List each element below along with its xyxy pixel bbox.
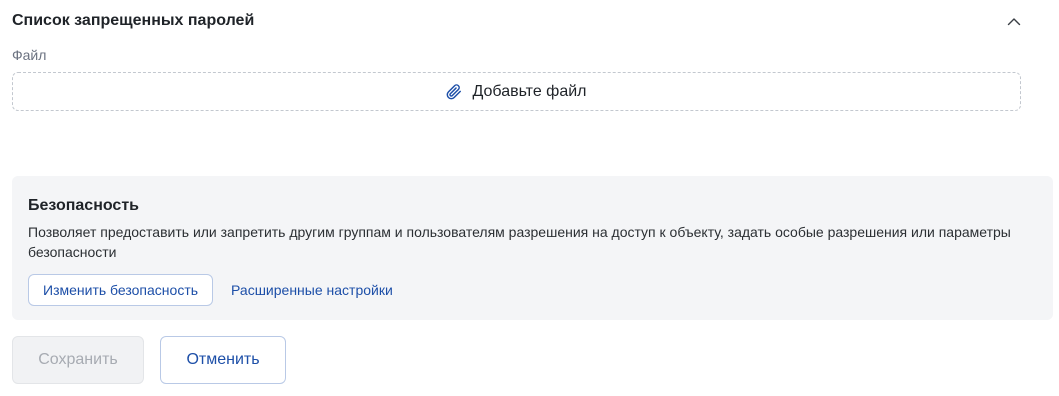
security-card: Безопасность Позволяет предоставить или …: [12, 176, 1053, 320]
dropzone-text: Добавьте файл: [472, 82, 587, 100]
file-label: Файл: [12, 47, 47, 63]
advanced-settings-button[interactable]: Расширенные настройки: [217, 274, 407, 306]
section-title: Список запрещенных паролей: [12, 12, 255, 29]
chevron-up-icon: [1007, 17, 1021, 25]
collapse-button[interactable]: [1004, 11, 1024, 31]
save-button[interactable]: Сохранить: [12, 336, 144, 384]
file-dropzone[interactable]: Добавьте файл: [12, 72, 1021, 111]
security-description: Позволяет предоставить или запретить дру…: [28, 224, 1011, 260]
security-actions: Изменить безопасность Расширенные настро…: [28, 274, 1037, 306]
cancel-button[interactable]: Отменить: [160, 336, 286, 384]
security-title: Безопасность: [28, 197, 139, 214]
section-header: Список запрещенных паролей: [12, 8, 1022, 34]
paperclip-icon: [446, 83, 462, 100]
change-security-button[interactable]: Изменить безопасность: [28, 274, 214, 306]
